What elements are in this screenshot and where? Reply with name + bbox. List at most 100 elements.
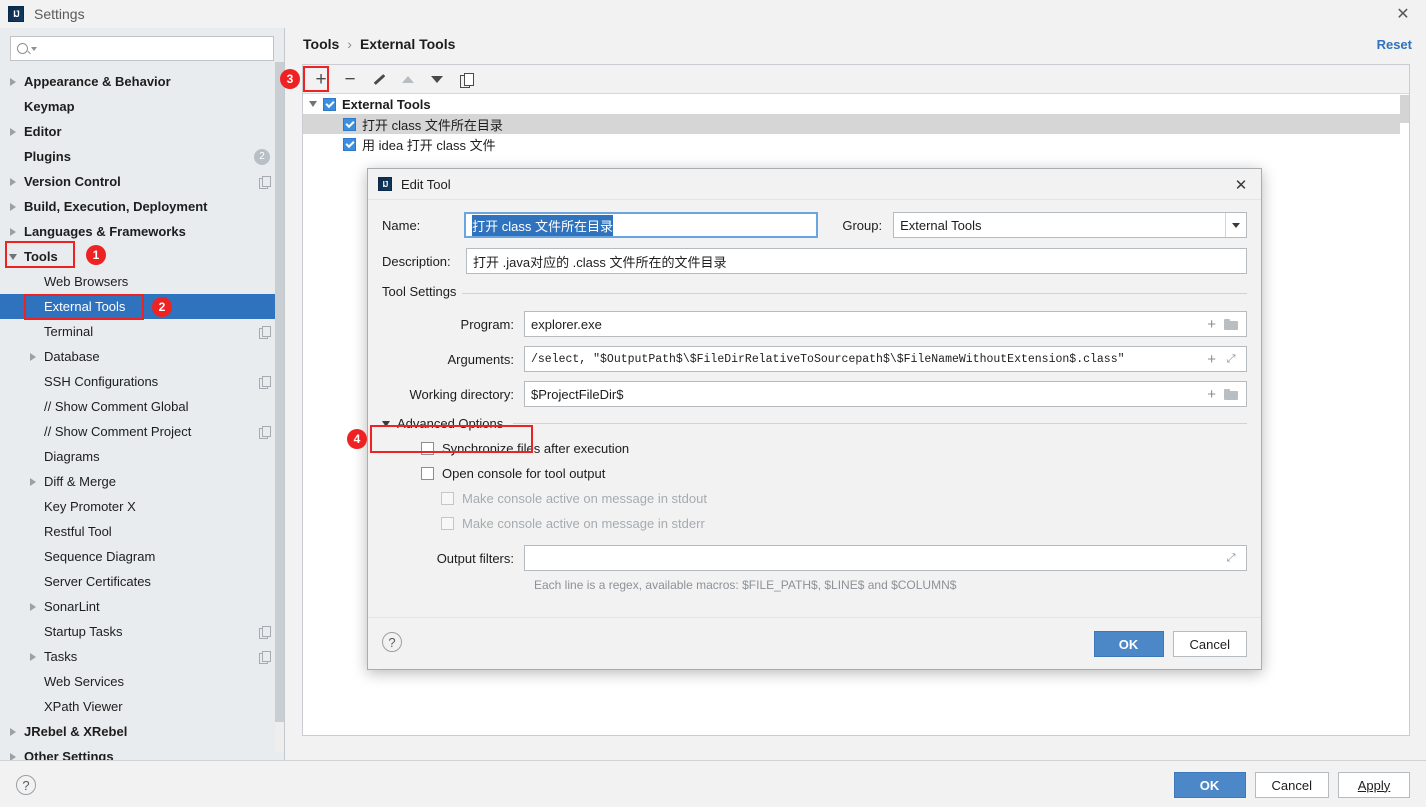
cancel-button[interactable]: Cancel bbox=[1254, 772, 1329, 798]
working-directory-input[interactable]: $ProjectFileDir$ + bbox=[524, 381, 1247, 407]
insert-macro-icon[interactable]: + bbox=[1203, 352, 1220, 367]
chevron-right-icon[interactable] bbox=[26, 602, 39, 611]
tools-tree-row[interactable]: 用 idea 打开 class 文件 bbox=[303, 134, 1409, 154]
sidebar-item-editor[interactable]: Editor bbox=[0, 119, 284, 144]
sidebar-item-show-comment-project[interactable]: // Show Comment Project bbox=[0, 419, 284, 444]
chevron-right-icon[interactable] bbox=[6, 202, 19, 211]
advanced-options-header[interactable]: Advanced Options bbox=[382, 416, 1247, 431]
sidebar-item-ssh-configurations[interactable]: SSH Configurations bbox=[0, 369, 284, 394]
edit-tool-help-icon[interactable]: ? bbox=[382, 632, 402, 652]
insert-macro-icon[interactable]: + bbox=[1203, 317, 1220, 332]
sidebar-item-build-execution-deployment[interactable]: Build, Execution, Deployment bbox=[0, 194, 284, 219]
chevron-right-icon[interactable] bbox=[6, 752, 19, 760]
sidebar-item-show-comment-global[interactable]: // Show Comment Global bbox=[0, 394, 284, 419]
remove-tool-button[interactable]: − bbox=[337, 67, 363, 91]
search-input[interactable] bbox=[41, 40, 267, 57]
sidebar-item-jrebel-xrebel[interactable]: JRebel & XRebel bbox=[0, 719, 284, 744]
apply-button[interactable]: Apply bbox=[1338, 772, 1410, 798]
checkbox-icon[interactable] bbox=[421, 442, 434, 455]
chevron-down-icon[interactable] bbox=[303, 101, 323, 107]
sidebar-item-server-certificates[interactable]: Server Certificates bbox=[0, 569, 284, 594]
chevron-right-icon[interactable] bbox=[26, 477, 39, 486]
copy-tool-button[interactable] bbox=[453, 67, 479, 91]
output-filters-input[interactable]: ⤢ bbox=[524, 545, 1247, 571]
sidebar-item-keymap[interactable]: Keymap bbox=[0, 94, 284, 119]
checkbox-row[interactable]: Synchronize files after execution bbox=[421, 441, 1247, 456]
chevron-right-icon[interactable] bbox=[26, 352, 39, 361]
edit-tool-title-bar: IJ Edit Tool ✕ bbox=[368, 169, 1261, 200]
tool-settings-legend: Tool Settings bbox=[382, 284, 463, 299]
reset-link[interactable]: Reset bbox=[1377, 37, 1412, 52]
sidebar-item-restful-tool[interactable]: Restful Tool bbox=[0, 519, 284, 544]
sidebar-item-label: Restful Tool bbox=[44, 524, 112, 539]
edit-tool-close-icon[interactable]: ✕ bbox=[1221, 169, 1261, 200]
insert-macro-icon[interactable]: + bbox=[1203, 387, 1220, 402]
edit-tool-button[interactable] bbox=[366, 67, 392, 91]
browse-folder-icon[interactable] bbox=[1224, 388, 1238, 400]
sidebar-item-tasks[interactable]: Tasks bbox=[0, 644, 284, 669]
sidebar-item-plugins[interactable]: Plugins 2 bbox=[0, 144, 284, 169]
checkbox-row[interactable]: Open console for tool output bbox=[421, 466, 1247, 481]
sidebar-scrollbar-thumb[interactable] bbox=[275, 62, 284, 722]
sidebar-item-external-tools[interactable]: External Tools bbox=[0, 294, 284, 319]
sidebar-item-web-services[interactable]: Web Services bbox=[0, 669, 284, 694]
chevron-right-icon[interactable] bbox=[6, 227, 19, 236]
search-box[interactable] bbox=[10, 36, 274, 61]
tools-scrollbar-track[interactable] bbox=[1400, 95, 1409, 734]
chevron-right-icon[interactable] bbox=[6, 127, 19, 136]
sidebar-item-database[interactable]: Database bbox=[0, 344, 284, 369]
checkbox-checked-icon[interactable] bbox=[343, 137, 356, 151]
chevron-right-icon[interactable] bbox=[6, 77, 19, 86]
expand-editor-icon[interactable]: ⤢ bbox=[1225, 353, 1237, 365]
move-up-button[interactable] bbox=[395, 67, 421, 91]
add-tool-button[interactable]: + bbox=[308, 67, 334, 91]
sidebar-item-sequence-diagram[interactable]: Sequence Diagram bbox=[0, 544, 284, 569]
sidebar-item-diff-merge[interactable]: Diff & Merge bbox=[0, 469, 284, 494]
sidebar-item-startup-tasks[interactable]: Startup Tasks bbox=[0, 619, 284, 644]
expand-editor-icon[interactable]: ⤢ bbox=[1225, 552, 1237, 564]
ok-button[interactable]: OK bbox=[1173, 772, 1246, 798]
close-icon[interactable]: ✕ bbox=[1380, 0, 1426, 28]
sidebar-item-languages-frameworks[interactable]: Languages & Frameworks bbox=[0, 219, 284, 244]
name-input[interactable]: 打开 class 文件所在目录 bbox=[464, 212, 819, 238]
chevron-right-icon[interactable] bbox=[6, 177, 19, 186]
intellij-logo-icon: IJ bbox=[8, 6, 24, 22]
sidebar-item-sonarlint[interactable]: SonarLint bbox=[0, 594, 284, 619]
chevron-right-icon[interactable] bbox=[6, 727, 19, 736]
chevron-down-icon[interactable] bbox=[1224, 213, 1246, 237]
program-input[interactable]: explorer.exe + bbox=[524, 311, 1247, 337]
description-label: Description: bbox=[382, 253, 451, 269]
tools-tree-row[interactable]: External Tools bbox=[303, 94, 1409, 114]
sidebar-item-tools[interactable]: Tools bbox=[0, 244, 284, 269]
sidebar-item-web-browsers[interactable]: Web Browsers bbox=[0, 269, 284, 294]
sidebar-item-terminal[interactable]: Terminal bbox=[0, 319, 284, 344]
sidebar-item-xpath-viewer[interactable]: XPath Viewer bbox=[0, 694, 284, 719]
group-combobox[interactable]: External Tools bbox=[893, 212, 1247, 238]
checkbox-row: Make console active on message in stdout bbox=[441, 491, 1247, 506]
sidebar-item-version-control[interactable]: Version Control bbox=[0, 169, 284, 194]
chevron-down-icon[interactable] bbox=[6, 253, 19, 260]
browse-folder-icon[interactable] bbox=[1224, 318, 1238, 330]
arrow-up-icon bbox=[402, 75, 414, 83]
help-icon[interactable]: ? bbox=[16, 775, 36, 795]
move-down-button[interactable] bbox=[424, 67, 450, 91]
breadcrumb-root[interactable]: Tools bbox=[303, 36, 339, 52]
arguments-input[interactable]: /select, "$OutputPath$\$FileDirRelativeT… bbox=[524, 346, 1247, 372]
sidebar-item-appearance-behavior[interactable]: Appearance & Behavior bbox=[0, 69, 284, 94]
edit-tool-ok-button[interactable]: OK bbox=[1093, 631, 1164, 657]
sidebar-item-other-settings[interactable]: Other Settings bbox=[0, 744, 284, 760]
description-input[interactable]: 打开 .java对应的 .class 文件所在的文件目录 bbox=[466, 248, 1247, 274]
project-scope-icon bbox=[259, 376, 271, 389]
tools-scrollbar-thumb[interactable] bbox=[1400, 95, 1409, 123]
checkbox-checked-icon[interactable] bbox=[343, 117, 356, 131]
external-tools-tree: External Tools 打开 class 文件所在目录用 idea 打开 c… bbox=[303, 94, 1409, 154]
sidebar-item-key-promoter-x[interactable]: Key Promoter X bbox=[0, 494, 284, 519]
project-scope-icon bbox=[259, 326, 271, 339]
tools-tree-row[interactable]: 打开 class 文件所在目录 bbox=[303, 114, 1409, 134]
edit-tool-cancel-button[interactable]: Cancel bbox=[1172, 631, 1247, 657]
chevron-right-icon[interactable] bbox=[26, 652, 39, 661]
checkbox-checked-icon[interactable] bbox=[323, 97, 336, 111]
checkbox-icon[interactable] bbox=[421, 467, 434, 480]
search-icon bbox=[17, 43, 28, 54]
sidebar-item-diagrams[interactable]: Diagrams bbox=[0, 444, 284, 469]
